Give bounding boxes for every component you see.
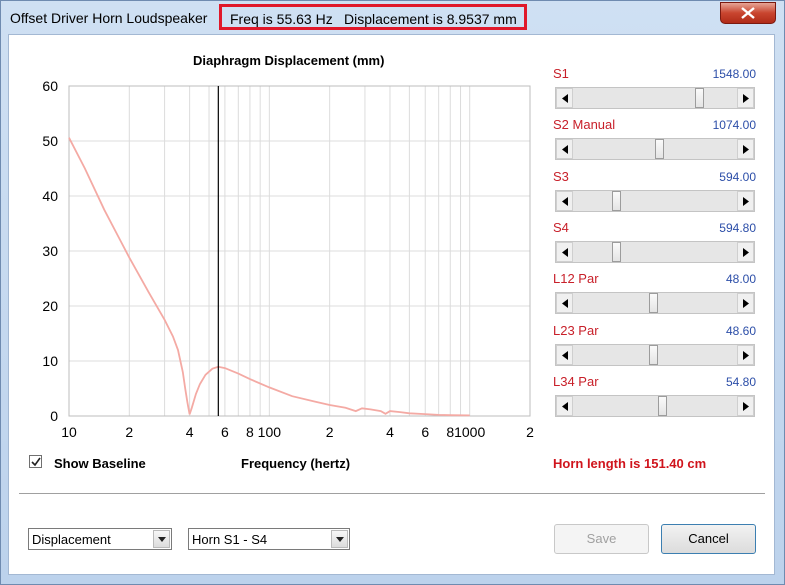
x-tick-label: 2: [125, 424, 133, 440]
slider-thumb[interactable]: [649, 293, 658, 313]
slider-label: S1: [553, 66, 569, 81]
y-tick-label: 0: [50, 408, 58, 424]
slider-right-arrow[interactable]: [737, 242, 754, 262]
slider-left-arrow[interactable]: [556, 191, 573, 211]
slider-left-arrow[interactable]: [556, 88, 573, 108]
slider-left-arrow[interactable]: [556, 293, 573, 313]
x-tick-label: 6: [221, 424, 229, 440]
slider-value: 54.80: [725, 375, 756, 389]
triangle-left-icon: [562, 197, 568, 206]
triangle-right-icon: [743, 402, 749, 411]
triangle-left-icon: [562, 145, 568, 154]
slider-label: L23 Par: [553, 323, 599, 338]
plot-type-select[interactable]: Displacement: [28, 528, 172, 550]
slider-track[interactable]: [555, 138, 755, 160]
triangle-left-icon: [562, 351, 568, 360]
triangle-right-icon: [743, 351, 749, 360]
slider-value: 48.60: [725, 324, 756, 338]
triangle-left-icon: [562, 402, 568, 411]
slider-label: L12 Par: [553, 271, 599, 286]
x-tick-label: 6: [421, 424, 429, 440]
checkmark-icon: [31, 457, 41, 467]
slider-value: 48.00: [725, 272, 756, 286]
slider-track[interactable]: [555, 241, 755, 263]
triangle-left-icon: [562, 248, 568, 257]
horn-section-value: Horn S1 - S4: [192, 532, 268, 547]
slider-label: S4: [553, 220, 569, 235]
separator: [19, 493, 765, 495]
slider-thumb[interactable]: [695, 88, 704, 108]
chevron-down-icon[interactable]: [331, 530, 348, 548]
triangle-right-icon: [743, 145, 749, 154]
slider-label: S3: [553, 169, 569, 184]
slider-label: L34 Par: [553, 374, 599, 389]
slider-right-arrow[interactable]: [737, 396, 754, 416]
show-baseline-label: Show Baseline: [54, 456, 146, 471]
slider-left-arrow[interactable]: [556, 345, 573, 365]
y-tick-label: 60: [42, 78, 58, 94]
x-tick-label: 4: [186, 424, 194, 440]
slider-thumb[interactable]: [612, 242, 621, 262]
slider-left-arrow[interactable]: [556, 139, 573, 159]
y-tick-label: 10: [42, 353, 58, 369]
x-tick-label: 10: [61, 424, 77, 440]
slider-thumb[interactable]: [658, 396, 667, 416]
x-axis-label: Frequency (hertz): [241, 456, 351, 471]
triangle-left-icon: [562, 94, 568, 103]
y-tick-label: 30: [42, 243, 58, 259]
slider-track[interactable]: [555, 344, 755, 366]
slider-value: 594.80: [719, 221, 756, 235]
slider-value: 594.00: [719, 170, 756, 184]
slider-right-arrow[interactable]: [737, 139, 754, 159]
x-tick-label: 4: [386, 424, 394, 440]
slider-right-arrow[interactable]: [737, 191, 754, 211]
slider-thumb[interactable]: [612, 191, 621, 211]
plot-type-value: Displacement: [32, 532, 111, 547]
x-tick-label: 2: [526, 424, 534, 440]
triangle-right-icon: [743, 248, 749, 257]
x-tick-label: 8: [246, 424, 254, 440]
cancel-button[interactable]: Cancel: [661, 524, 756, 554]
slider-track[interactable]: [555, 87, 755, 109]
x-tick-label: 2: [326, 424, 334, 440]
checkbox-box[interactable]: [29, 455, 42, 468]
y-tick-label: 50: [42, 133, 58, 149]
triangle-right-icon: [743, 299, 749, 308]
x-tick-label: 100: [258, 424, 282, 440]
slider-right-arrow[interactable]: [737, 345, 754, 365]
slider-left-arrow[interactable]: [556, 396, 573, 416]
slider-thumb[interactable]: [655, 139, 664, 159]
slider-track[interactable]: [555, 190, 755, 212]
triangle-left-icon: [562, 299, 568, 308]
slider-track[interactable]: [555, 395, 755, 417]
save-button[interactable]: Save: [554, 524, 649, 554]
x-tick-label: 1000: [454, 424, 485, 440]
slider-thumb[interactable]: [649, 345, 658, 365]
slider-label: S2 Manual: [553, 117, 616, 132]
y-tick-label: 40: [42, 188, 58, 204]
slider-right-arrow[interactable]: [737, 293, 754, 313]
chevron-down-icon[interactable]: [153, 530, 170, 548]
triangle-right-icon: [743, 197, 749, 206]
triangle-right-icon: [743, 94, 749, 103]
horn-section-select[interactable]: Horn S1 - S4: [188, 528, 350, 550]
slider-track[interactable]: [555, 292, 755, 314]
slider-value: 1548.00: [712, 67, 756, 81]
slider-left-arrow[interactable]: [556, 242, 573, 262]
slider-right-arrow[interactable]: [737, 88, 754, 108]
y-tick-label: 20: [42, 298, 58, 314]
horn-length-text: Horn length is 151.40 cm: [553, 456, 707, 471]
slider-value: 1074.00: [712, 118, 756, 132]
